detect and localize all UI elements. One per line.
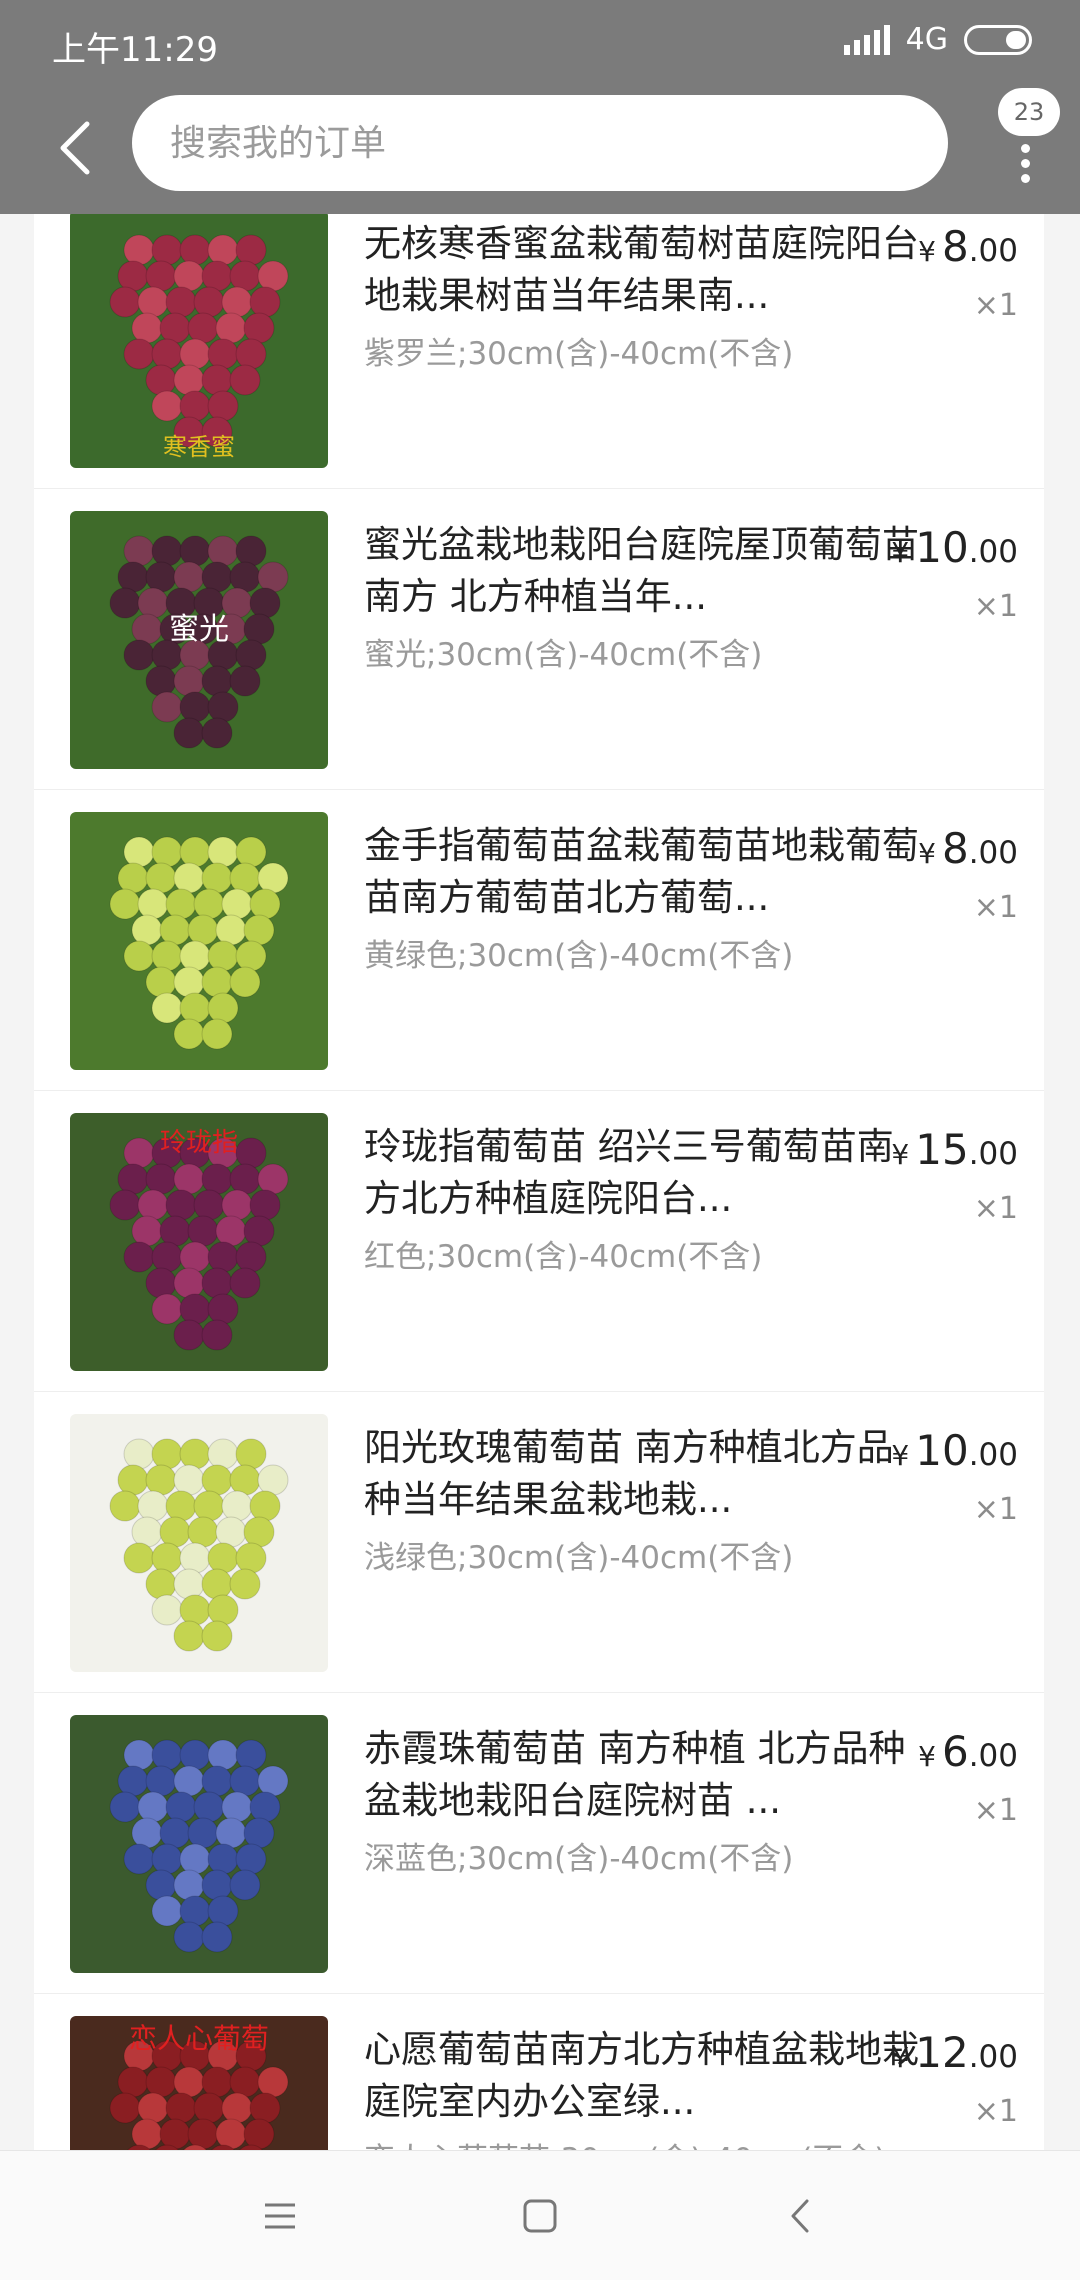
product-quantity: ×1: [973, 589, 1018, 624]
order-item[interactable]: 恋人心葡萄 心愿葡萄苗南方北方种植盆栽地栽庭院室内办公室绿... 恋人心葡萄苗;…: [34, 1994, 1044, 2150]
price-currency: ¥: [891, 1439, 910, 1472]
order-item[interactable]: 金手指葡萄苗盆栽葡萄苗地栽葡萄苗南方葡萄苗北方葡萄... 黄绿色;30cm(含)…: [34, 790, 1044, 1091]
search-input[interactable]: [170, 122, 948, 164]
system-nav-bar: [0, 2150, 1080, 2280]
back-icon: [791, 2199, 809, 2232]
more-dots-icon: [1021, 144, 1031, 189]
product-title[interactable]: 玲珑指葡萄苗 绍兴三号葡萄苗南方北方种植庭院阳台...: [364, 1121, 924, 1225]
status-bar: 上午11:29 4G: [0, 0, 1080, 88]
product-spec: 深蓝色;30cm(含)-40cm(不含): [364, 1841, 794, 1877]
order-item[interactable]: 玲珑指 玲珑指葡萄苗 绍兴三号葡萄苗南方北方种植庭院阳台... 红色;30cm(…: [34, 1091, 1044, 1392]
product-price: ¥15.00: [891, 1125, 1018, 1174]
price-decimal: .00: [968, 534, 1018, 570]
price-decimal: .00: [968, 2039, 1018, 2075]
price-integer: 10: [915, 1426, 969, 1475]
product-image-caption: 玲珑指: [160, 1128, 238, 1158]
grape-image: 恋人心葡萄: [70, 2016, 328, 2150]
chevron-left-icon: [60, 121, 90, 175]
product-quantity: ×1: [973, 1492, 1018, 1527]
price-decimal: .00: [968, 835, 1018, 871]
price-decimal: .00: [968, 233, 1018, 269]
order-items-list: 寒香蜜 无核寒香蜜盆栽葡萄树苗庭院阳台地栽果树苗当年结果南... 紫罗兰;30c…: [0, 214, 1080, 2150]
product-price: ¥12.00: [891, 2028, 1018, 2077]
product-spec: 红色;30cm(含)-40cm(不含): [364, 1239, 763, 1275]
price-currency: ¥: [918, 235, 936, 268]
product-price: ¥8.00: [918, 824, 1018, 873]
product-spec: 恋人心葡萄苗;30cm(含)-40cm(不含): [364, 2134, 924, 2150]
nav-home-button[interactable]: [500, 2176, 580, 2256]
product-image[interactable]: [70, 1414, 328, 1672]
price-currency: ¥: [891, 536, 910, 569]
product-price: ¥6.00: [918, 1727, 1018, 1776]
back-button[interactable]: [40, 110, 110, 186]
price-integer: 8: [941, 222, 969, 271]
signal-icon: [843, 24, 890, 55]
network-label: 4G: [905, 22, 948, 57]
product-image[interactable]: 寒香蜜: [70, 214, 328, 468]
status-time: 上午11:29: [52, 30, 218, 70]
product-image-caption: 恋人心葡萄: [129, 2022, 269, 2055]
product-spec: 蜜光;30cm(含)-40cm(不含): [364, 637, 763, 673]
product-title[interactable]: 金手指葡萄苗盆栽葡萄苗地栽葡萄苗南方葡萄苗北方葡萄...: [364, 820, 924, 924]
product-quantity: ×1: [973, 2094, 1018, 2129]
product-title[interactable]: 赤霞珠葡萄苗 南方种植 北方品种盆栽地栽阳台庭院树苗 ...: [364, 1723, 924, 1827]
price-currency: ¥: [918, 1740, 936, 1773]
product-image[interactable]: [70, 812, 328, 1070]
status-icons: 4G: [843, 22, 1032, 57]
price-currency: ¥: [891, 1138, 910, 1171]
product-spec: 浅绿色;30cm(含)-40cm(不含): [364, 1540, 794, 1576]
price-currency: ¥: [918, 837, 936, 870]
menu-icon: [265, 2203, 295, 2228]
product-title[interactable]: 无核寒香蜜盆栽葡萄树苗庭院阳台地栽果树苗当年结果南...: [364, 218, 924, 322]
order-item[interactable]: 阳光玫瑰葡萄苗 南方种植北方品种当年结果盆栽地栽... 浅绿色;30cm(含)-…: [34, 1392, 1044, 1693]
home-icon: [523, 2199, 557, 2232]
order-item[interactable]: 寒香蜜 无核寒香蜜盆栽葡萄树苗庭院阳台地栽果树苗当年结果南... 紫罗兰;30c…: [34, 214, 1044, 489]
product-quantity: ×1: [973, 1793, 1018, 1828]
price-integer: 6: [941, 1727, 969, 1776]
price-integer: 12: [915, 2028, 969, 2077]
price-integer: 15: [915, 1125, 969, 1174]
price-decimal: .00: [968, 1136, 1018, 1172]
grape-image: [70, 1414, 328, 1672]
grape-image: [70, 812, 328, 1070]
price-decimal: .00: [968, 1437, 1018, 1473]
price-integer: 10: [915, 523, 969, 572]
product-title[interactable]: 阳光玫瑰葡萄苗 南方种植北方品种当年结果盆栽地栽...: [364, 1422, 924, 1526]
product-spec: 黄绿色;30cm(含)-40cm(不含): [364, 938, 794, 974]
message-count-badge: 23: [998, 88, 1060, 136]
more-button[interactable]: 23: [990, 88, 1070, 198]
product-spec: 紫罗兰;30cm(含)-40cm(不含): [364, 336, 794, 372]
nav-back-button[interactable]: [760, 2176, 840, 2256]
header: 23: [0, 88, 1080, 214]
price-integer: 8: [941, 824, 969, 873]
order-item[interactable]: 蜜光 蜜光盆栽地栽阳台庭院屋顶葡萄苗南方 北方种植当年... 蜜光;30cm(含…: [34, 489, 1044, 790]
product-image[interactable]: 玲珑指: [70, 1113, 328, 1371]
product-title[interactable]: 心愿葡萄苗南方北方种植盆栽地栽庭院室内办公室绿...: [364, 2024, 924, 2128]
product-price: ¥10.00: [891, 523, 1018, 572]
grape-image: 寒香蜜: [70, 214, 328, 468]
grape-image: 玲珑指: [70, 1113, 328, 1371]
price-currency: ¥: [891, 2041, 910, 2074]
product-price: ¥10.00: [891, 1426, 1018, 1475]
product-image-caption: 寒香蜜: [163, 433, 235, 461]
grape-image: [70, 1715, 328, 1973]
product-image-caption: 蜜光: [169, 612, 229, 647]
product-quantity: ×1: [973, 288, 1018, 323]
product-image[interactable]: 蜜光: [70, 511, 328, 769]
grape-image: 蜜光: [70, 511, 328, 769]
product-title[interactable]: 蜜光盆栽地栽阳台庭院屋顶葡萄苗南方 北方种植当年...: [364, 519, 924, 623]
price-decimal: .00: [968, 1738, 1018, 1774]
search-bar[interactable]: [132, 95, 948, 191]
product-quantity: ×1: [973, 890, 1018, 925]
battery-icon: [964, 24, 1032, 55]
product-quantity: ×1: [973, 1191, 1018, 1226]
product-price: ¥8.00: [918, 222, 1018, 271]
nav-menu-button[interactable]: [240, 2176, 320, 2256]
product-image[interactable]: 恋人心葡萄: [70, 2016, 328, 2150]
product-image[interactable]: [70, 1715, 328, 1973]
order-item[interactable]: 赤霞珠葡萄苗 南方种植 北方品种盆栽地栽阳台庭院树苗 ... 深蓝色;30cm(…: [34, 1693, 1044, 1994]
